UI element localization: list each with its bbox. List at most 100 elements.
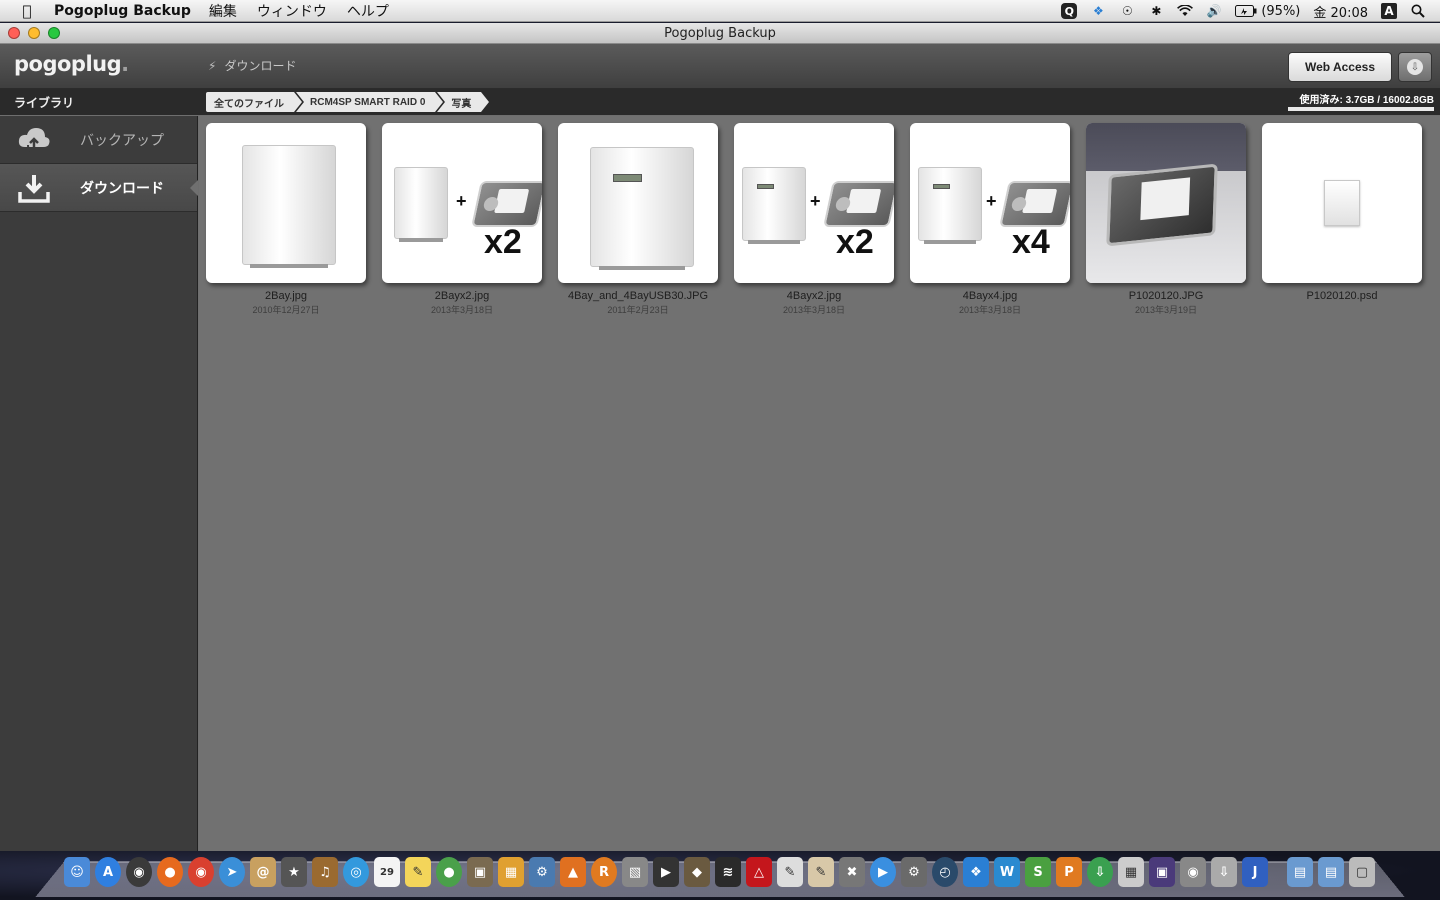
file-thumbnail[interactable]: [1086, 123, 1246, 283]
file-tile[interactable]: + x2 2Bayx2.jpg 2013年3月18日: [382, 123, 542, 316]
time-machine-icon[interactable]: ◴: [932, 857, 958, 887]
textedit-icon[interactable]: ✎: [777, 857, 803, 887]
r-app-icon[interactable]: R: [591, 857, 617, 887]
vlc-icon[interactable]: ▲: [560, 857, 586, 887]
file-tile[interactable]: P1020120.JPG 2013年3月19日: [1086, 123, 1246, 316]
menu-help[interactable]: ヘルプ: [347, 1, 389, 21]
file-tile[interactable]: + x4 4Bayx4.jpg 2013年3月18日: [910, 123, 1070, 316]
address-book-icon[interactable]: @: [250, 857, 276, 887]
file-thumbnail[interactable]: + x2: [734, 123, 894, 283]
file-grid: 2Bay.jpg 2010年12月27日 + x2 2Bayx2.jpg 201…: [206, 123, 1422, 316]
breadcrumb-drive[interactable]: RCM4SP SMART RAID 0: [296, 92, 446, 112]
download-status-button[interactable]: ⇩: [1398, 52, 1432, 82]
acrobat-icon[interactable]: △: [746, 857, 772, 887]
file-tile[interactable]: + x2 4Bayx2.jpg 2013年3月18日: [734, 123, 894, 316]
installer-icon[interactable]: ⇩: [1211, 857, 1237, 887]
quicktime-icon[interactable]: ▶: [870, 857, 896, 887]
multiplier-label: x2: [484, 223, 522, 261]
q-app-icon[interactable]: Q: [1061, 3, 1078, 19]
script-editor-icon[interactable]: ✎: [808, 857, 834, 887]
dashboard-icon[interactable]: ◉: [126, 857, 152, 887]
documents-folder-icon[interactable]: ▤: [1318, 857, 1344, 887]
zoom-window-button[interactable]: [48, 27, 60, 39]
menu-window[interactable]: ウィンドウ: [257, 1, 327, 21]
storage-usage-bar: [1288, 107, 1434, 111]
image-capture-icon[interactable]: ◉: [1180, 857, 1206, 887]
file-name: P1020120.JPG: [1128, 290, 1204, 302]
xcode-icon[interactable]: ✖: [839, 857, 865, 887]
sidebar: バックアップ ダウンロード: [0, 116, 198, 851]
file-thumbnail[interactable]: + x2: [382, 123, 542, 283]
multiplier-label: x2: [836, 223, 874, 261]
facetime-icon[interactable]: ●: [436, 857, 462, 887]
four-bay-enclosure-image: [918, 167, 982, 244]
safari-icon[interactable]: ➤: [219, 857, 245, 887]
sidebar-item-backup[interactable]: バックアップ: [0, 116, 197, 164]
storage-usage-text: 使用済み: 3.7GB / 16002.8GB: [1299, 95, 1435, 106]
hard-drive-image: [823, 181, 894, 227]
p-app-icon[interactable]: P: [1056, 857, 1082, 887]
system-app-icon[interactable]: ⚙: [529, 857, 555, 887]
activity-monitor-icon[interactable]: ≋: [715, 857, 741, 887]
file-tile[interactable]: 2Bay.jpg 2010年12月27日: [206, 123, 366, 316]
applications-folder-icon[interactable]: ▤: [1287, 857, 1313, 887]
dvd-player-icon[interactable]: ◎: [343, 857, 369, 887]
scanner-icon[interactable]: ▧: [622, 857, 648, 887]
gimp-icon[interactable]: ◆: [684, 857, 710, 887]
minimize-window-button[interactable]: [28, 27, 40, 39]
w-app-icon[interactable]: W: [994, 857, 1020, 887]
app-store-icon[interactable]: A: [95, 857, 121, 887]
system-preferences-icon[interactable]: ⚙: [901, 857, 927, 887]
download-tray-icon: [16, 170, 52, 206]
file-tile[interactable]: 4Bay_and_4BayUSB30.JPG 2011年2月23日: [558, 123, 718, 316]
breadcrumb: 全てのファイル RCM4SP SMART RAID 0 写真: [206, 92, 492, 112]
hard-drive-photo: [1086, 123, 1246, 283]
file-name: 2Bay.jpg: [265, 290, 307, 302]
chrome-icon[interactable]: ◉: [188, 857, 214, 887]
circle-app-icon[interactable]: ☉: [1119, 3, 1135, 19]
iphoto-icon[interactable]: ▣: [467, 857, 493, 887]
clock[interactable]: 金 20:08: [1313, 2, 1368, 21]
title-bar[interactable]: Pogoplug Backup: [0, 23, 1440, 44]
wifi-icon[interactable]: [1177, 3, 1194, 19]
breadcrumb-all-files[interactable]: 全てのファイル: [206, 92, 304, 112]
finder-icon[interactable]: ☺: [64, 857, 90, 887]
input-mode-icon[interactable]: A: [1381, 3, 1397, 19]
file-thumbnail[interactable]: [206, 123, 366, 283]
s-app-icon[interactable]: S: [1025, 857, 1051, 887]
dropbox-sync-icon[interactable]: ❖: [1090, 3, 1106, 19]
file-thumbnail[interactable]: + x4: [910, 123, 1070, 283]
file-date: 2013年3月19日: [1134, 305, 1198, 315]
calendar-icon[interactable]: 29: [374, 857, 400, 887]
sidebar-item-download[interactable]: ダウンロード: [0, 164, 198, 212]
garageband-icon[interactable]: ♫: [312, 857, 338, 887]
stickies-icon[interactable]: ✎: [405, 857, 431, 887]
firefox-icon[interactable]: ●: [157, 857, 183, 887]
battery-icon[interactable]: (95%): [1235, 4, 1300, 19]
bluetooth-icon[interactable]: ✱: [1148, 3, 1164, 19]
file-thumbnail[interactable]: [558, 123, 718, 283]
imovie-icon[interactable]: ▶: [653, 857, 679, 887]
apple-icon[interactable]: : [16, 0, 38, 22]
video-app-icon[interactable]: ▣: [1149, 857, 1175, 887]
transmission-icon[interactable]: ⇩: [1087, 857, 1113, 887]
web-access-button[interactable]: Web Access: [1288, 52, 1392, 82]
volume-icon[interactable]: 🔊: [1206, 3, 1222, 19]
j-app-icon[interactable]: J: [1242, 857, 1268, 887]
sidebar-item-label: ダウンロード: [80, 180, 164, 197]
close-window-button[interactable]: [8, 27, 20, 39]
star-app-icon[interactable]: ★: [281, 857, 307, 887]
dropbox-icon[interactable]: ❖: [963, 857, 989, 887]
preview-icon[interactable]: ▦: [498, 857, 524, 887]
file-name: 4Bay_and_4BayUSB30.JPG: [567, 290, 709, 302]
menu-edit[interactable]: 編集: [209, 1, 237, 21]
trash-icon[interactable]: ▢: [1349, 857, 1375, 887]
spotlight-search-icon[interactable]: [1410, 3, 1426, 19]
file-tile[interactable]: P1020120.psd: [1262, 123, 1422, 316]
dock-icons: ☺ A ◉ ● ◉ ➤ @ ★ ♫ ◎ 29 ✎ ● ▣ ▦ ⚙ ▲ R ▧ ▶…: [64, 857, 1375, 887]
menu-app-name[interactable]: Pogoplug Backup: [54, 3, 191, 19]
file-thumbnail[interactable]: [1262, 123, 1422, 283]
numbers-icon[interactable]: ▦: [1118, 857, 1144, 887]
cloud-sync-icon: [16, 122, 52, 158]
app-window: Pogoplug Backup pogoplug. ⚡︎ ダウンロード Web …: [0, 23, 1440, 851]
